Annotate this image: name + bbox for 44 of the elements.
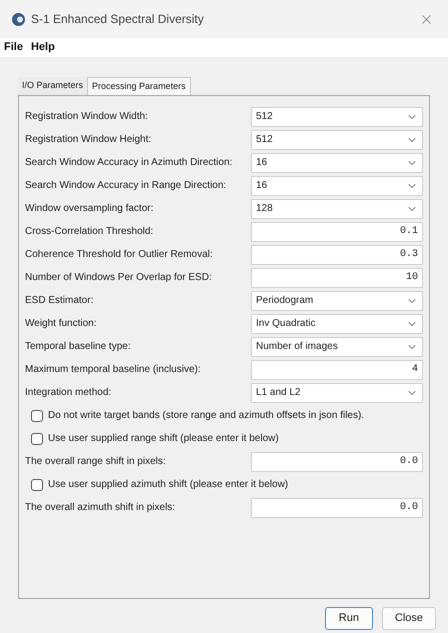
checkbox[interactable]	[31, 432, 43, 444]
field-label: Coherence Threshold for Outlier Removal:	[25, 248, 214, 262]
field-label: The overall azimuth shift in pixels:	[25, 501, 176, 515]
input-field[interactable]: 4	[251, 360, 423, 380]
dropdown[interactable]: Number of images	[251, 336, 423, 356]
field-label: Maximum temporal baseline (inclusive):	[25, 363, 202, 377]
field-label: Registration Window Width:	[25, 110, 149, 124]
checkbox-label: Use user supplied azimuth shift (please enter it below)	[48, 478, 288, 492]
input-field[interactable]: 0.0	[251, 452, 423, 472]
dropdown[interactable]: Inv Quadratic	[251, 314, 423, 334]
dropdown[interactable]: 512	[251, 106, 423, 126]
checkbox[interactable]	[31, 410, 43, 422]
tab[interactable]: I/O Parameters	[18, 77, 88, 95]
input-field[interactable]: 0.1	[251, 222, 423, 242]
tab[interactable]: Processing Parameters	[87, 77, 191, 95]
menu-item[interactable]: File	[0, 39, 27, 56]
field-label: ESD Estimator:	[25, 294, 94, 308]
run-button[interactable]: Run	[324, 607, 373, 630]
field-label: Integration method:	[25, 386, 112, 400]
field-label: Cross-Correlation Threshold:	[25, 225, 154, 239]
dropdown[interactable]: 16	[251, 152, 423, 172]
app-logo-icon	[12, 12, 25, 26]
dropdown[interactable]: L1 and L2	[251, 382, 423, 402]
checkbox[interactable]	[31, 478, 43, 490]
field-label: Temporal baseline type:	[25, 340, 132, 354]
checkbox-label: Use user supplied range shift (please enter it below)	[48, 432, 279, 446]
dropdown[interactable]: 512	[251, 130, 423, 150]
checkbox-label: Do not write target bands (store range and azimuth offsets in json files).	[48, 409, 364, 423]
field-label: The overall range shift in pixels:	[25, 455, 167, 469]
input-field[interactable]: 0.3	[251, 244, 423, 264]
dropdown[interactable]: 128	[251, 198, 423, 218]
field-label: Search Window Accuracy in Range Direction:	[25, 179, 228, 193]
dropdown[interactable]: Periodogram	[251, 290, 423, 310]
field-label: Window oversampling factor:	[25, 202, 154, 216]
field-label: Number of Windows Per Overlap for ESD:	[25, 271, 213, 285]
dropdown[interactable]: 16	[251, 176, 423, 196]
window-title: S-1 Enhanced Spectral Diversity	[31, 11, 204, 28]
close-button[interactable]: Close	[382, 607, 436, 630]
input-field[interactable]: 10	[251, 268, 423, 288]
input-field[interactable]: 0.0	[251, 498, 423, 518]
field-label: Registration Window Height:	[25, 133, 152, 147]
menu-item[interactable]: Help	[26, 39, 59, 56]
field-label: Weight function:	[25, 317, 98, 331]
field-label: Search Window Accuracy in Azimuth Direction:	[25, 156, 234, 170]
